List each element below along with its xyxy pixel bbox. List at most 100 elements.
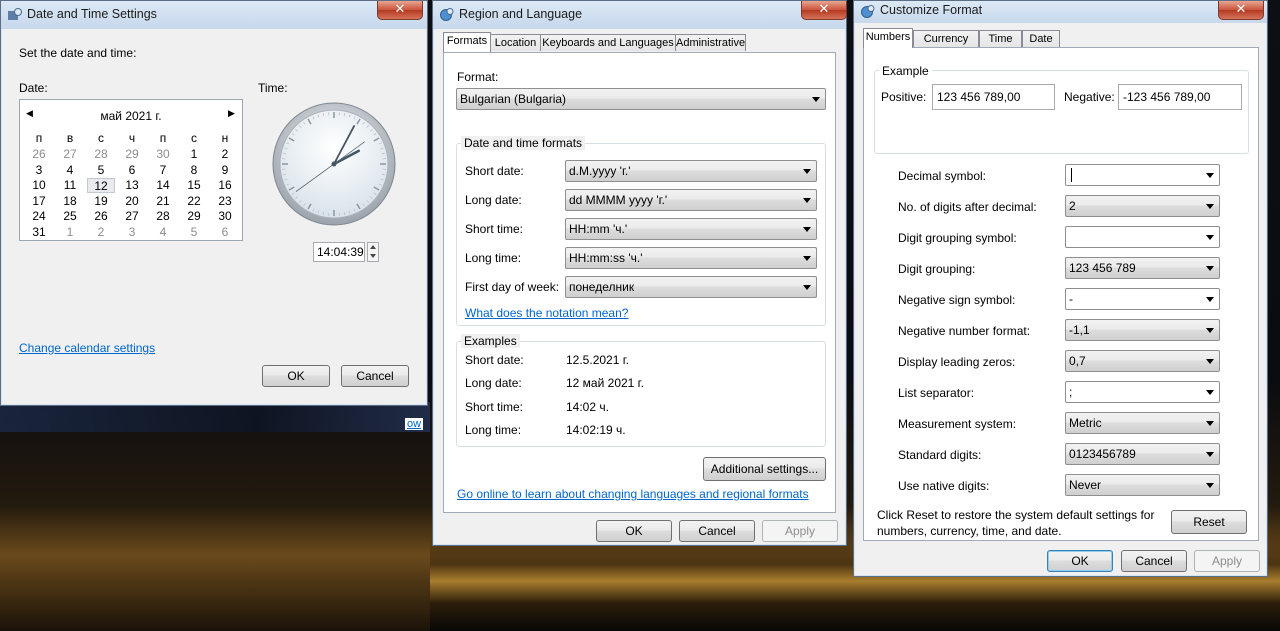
- calendar-day[interactable]: 4: [56, 163, 84, 178]
- next-month-icon[interactable]: ▶: [228, 108, 235, 119]
- ok-button[interactable]: OK: [596, 520, 672, 542]
- calendar-day[interactable]: 6: [118, 163, 146, 178]
- setting-dropdown[interactable]: 0123456789: [1065, 443, 1220, 465]
- close-button[interactable]: ✕: [1218, 1, 1264, 20]
- tab-formats[interactable]: Formats: [443, 32, 491, 52]
- calendar-day[interactable]: 9: [211, 163, 239, 178]
- setting-dropdown[interactable]: Metric: [1065, 412, 1220, 434]
- calendar-day[interactable]: 4: [149, 225, 177, 240]
- title-bar[interactable]: Region and Language ✕: [433, 1, 847, 29]
- calendar-day[interactable]: 20: [118, 194, 146, 209]
- calendar-day[interactable]: 7: [149, 163, 177, 178]
- format-row-value: d.M.yyyy 'г.': [569, 164, 631, 178]
- calendar-day[interactable]: 18: [56, 194, 84, 209]
- calendar-day[interactable]: 14: [149, 178, 177, 193]
- format-row-dropdown[interactable]: HH:mm:ss 'ч.': [565, 247, 817, 269]
- calendar-day[interactable]: 3: [25, 163, 53, 178]
- cancel-button[interactable]: Cancel: [341, 365, 409, 387]
- tab-date[interactable]: Date: [1022, 30, 1060, 47]
- calendar-day[interactable]: 27: [56, 147, 84, 162]
- time-input[interactable]: 14:04:39: [313, 242, 365, 262]
- calendar-day[interactable]: 27: [118, 209, 146, 224]
- calendar-day[interactable]: 28: [149, 209, 177, 224]
- calendar-day[interactable]: 30: [149, 147, 177, 162]
- title-bar[interactable]: Date and Time Settings ✕: [1, 1, 427, 29]
- calendar-day[interactable]: 17: [25, 194, 53, 209]
- globe-window-icon: [440, 8, 454, 21]
- calendar-day[interactable]: 29: [118, 147, 146, 162]
- ok-button[interactable]: OK: [1047, 550, 1113, 572]
- calendar-day[interactable]: 6: [211, 225, 239, 240]
- example-label: Long time:: [465, 422, 522, 437]
- calendar-day[interactable]: 1: [180, 147, 208, 162]
- negative-example: -123 456 789,00: [1118, 84, 1242, 110]
- format-row-label: Short date:: [465, 164, 524, 178]
- calendar-day[interactable]: 28: [87, 147, 115, 162]
- setting-dropdown[interactable]: -1,1: [1065, 319, 1220, 341]
- calendar-day[interactable]: 25: [56, 209, 84, 224]
- ok-button[interactable]: OK: [262, 365, 330, 387]
- setting-dropdown[interactable]: [1065, 226, 1220, 248]
- additional-settings-button[interactable]: Additional settings...: [703, 457, 826, 481]
- calendar-day[interactable]: 5: [87, 163, 115, 178]
- calendar-day[interactable]: 30: [211, 209, 239, 224]
- format-row-dropdown[interactable]: HH:mm 'ч.': [565, 218, 817, 240]
- tab-keyboards-and-languages[interactable]: Keyboards and Languages: [540, 34, 676, 51]
- setting-dropdown[interactable]: Never: [1065, 474, 1220, 496]
- apply-button[interactable]: Apply: [762, 520, 838, 542]
- background-link-fragment[interactable]: ow: [405, 418, 424, 430]
- setting-dropdown[interactable]: 0,7: [1065, 350, 1220, 372]
- cancel-button[interactable]: Cancel: [1121, 550, 1187, 572]
- calendar-day[interactable]: 2: [87, 225, 115, 240]
- calendar-day[interactable]: 15: [180, 178, 208, 193]
- calendar-day[interactable]: 13: [118, 178, 146, 193]
- setting-dropdown[interactable]: -: [1065, 288, 1220, 310]
- go-online-link[interactable]: Go online to learn about changing langua…: [457, 487, 809, 501]
- calendar-day[interactable]: 26: [25, 147, 53, 162]
- calendar-day[interactable]: 16: [211, 178, 239, 193]
- calendar-day[interactable]: 8: [180, 163, 208, 178]
- calendar-day[interactable]: 21: [149, 194, 177, 209]
- month-title[interactable]: май 2021 г.: [20, 109, 242, 123]
- calendar-day[interactable]: 29: [180, 209, 208, 224]
- setting-dropdown[interactable]: 2: [1065, 195, 1220, 217]
- format-row-dropdown[interactable]: dd MMMM yyyy 'г.': [565, 189, 817, 211]
- tab-numbers[interactable]: Numbers: [863, 28, 913, 48]
- cancel-button[interactable]: Cancel: [679, 520, 755, 542]
- format-row-dropdown[interactable]: понеделник: [565, 276, 817, 298]
- change-calendar-settings-link[interactable]: Change calendar settings: [19, 341, 155, 355]
- calendar-day[interactable]: 23: [211, 194, 239, 209]
- calendar-day[interactable]: 2: [211, 147, 239, 162]
- spin-up-icon[interactable]: [370, 245, 376, 249]
- title-bar[interactable]: Customize Format ✕: [854, 1, 1267, 23]
- calendar-day[interactable]: 1: [56, 225, 84, 240]
- setting-dropdown[interactable]: 123 456 789: [1065, 257, 1220, 279]
- weekday-header: ч: [128, 131, 136, 145]
- format-dropdown[interactable]: Bulgarian (Bulgaria): [456, 88, 826, 110]
- close-button[interactable]: ✕: [801, 1, 847, 20]
- reset-button[interactable]: Reset: [1171, 510, 1247, 534]
- calendar-day[interactable]: 24: [25, 209, 53, 224]
- apply-button[interactable]: Apply: [1194, 550, 1260, 572]
- calendar-day[interactable]: 19: [87, 194, 115, 209]
- tab-administrative[interactable]: Administrative: [675, 34, 746, 51]
- calendar-day[interactable]: 31: [25, 225, 53, 240]
- setting-label: No. of digits after decimal:: [898, 200, 1037, 214]
- time-spinner[interactable]: [367, 242, 379, 262]
- close-button[interactable]: ✕: [377, 1, 423, 20]
- calendar-day[interactable]: 5: [180, 225, 208, 240]
- setting-dropdown[interactable]: ;: [1065, 381, 1220, 403]
- notation-link[interactable]: What does the notation mean?: [465, 306, 628, 320]
- calendar-day[interactable]: 3: [118, 225, 146, 240]
- calendar-day[interactable]: 26: [87, 209, 115, 224]
- calendar-day[interactable]: 10: [25, 178, 53, 193]
- tab-time[interactable]: Time: [979, 30, 1022, 47]
- calendar-day-selected[interactable]: 12: [87, 178, 115, 193]
- spin-down-icon[interactable]: [370, 254, 376, 258]
- setting-dropdown[interactable]: [1065, 164, 1220, 186]
- format-row-dropdown[interactable]: d.M.yyyy 'г.': [565, 160, 817, 182]
- tab-currency[interactable]: Currency: [913, 30, 979, 47]
- calendar-day[interactable]: 11: [56, 178, 84, 193]
- calendar-day[interactable]: 22: [180, 194, 208, 209]
- tab-location[interactable]: Location: [490, 34, 541, 51]
